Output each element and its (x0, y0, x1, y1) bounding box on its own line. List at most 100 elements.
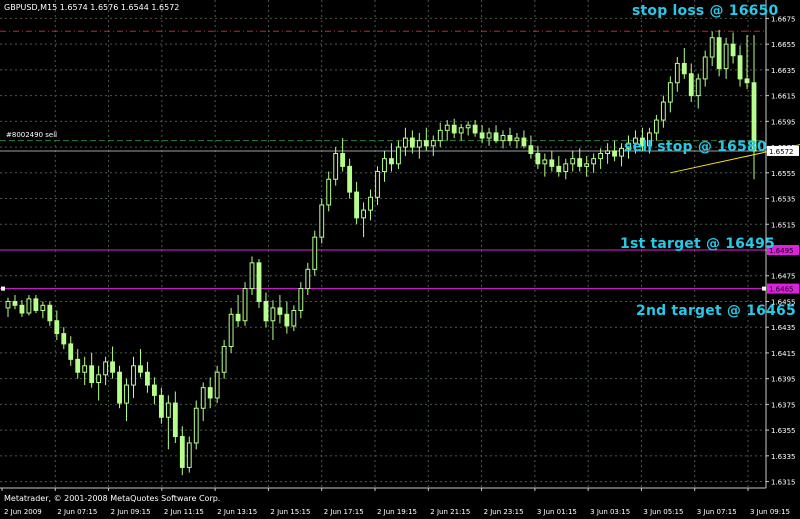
candle-body-bear (612, 150, 617, 157)
time-tick-label: 3 Jun 01:15 (537, 508, 577, 516)
candle-body-bear (744, 78, 750, 84)
candle-body-bear (409, 137, 415, 148)
candle-body-bear (61, 333, 67, 345)
time-tick-label: 2 Jun 15:15 (270, 508, 310, 516)
candle-body-bull (598, 153, 604, 160)
candle-body-bull (667, 82, 673, 103)
candle-body-bear (521, 137, 527, 147)
order-label: #8002490 sell (6, 131, 58, 139)
candle-body-bear (235, 313, 241, 322)
candle-body-bull (465, 124, 471, 129)
price-tick-label: 1.6555 (771, 170, 796, 178)
candle-body-bear (19, 304, 25, 314)
candle-body-bull (542, 159, 548, 165)
candle-body-bear (33, 298, 39, 311)
time-tick-label: 2 Jun 09:15 (111, 508, 151, 516)
candle-body-bear (145, 371, 150, 386)
candle-body-bear (47, 304, 53, 322)
symbol-header: GBPUSD,M15 1.6574 1.6576 1.6544 1.6572 (4, 3, 180, 12)
chart-background (0, 0, 800, 519)
candle-body-bull (702, 56, 708, 80)
candle-body-bear (423, 140, 429, 147)
candle-body-bull (312, 236, 318, 270)
price-chart[interactable]: 1.66751.66551.66351.66151.65951.65751.65… (0, 0, 800, 519)
candle-body-bull (416, 140, 422, 148)
sell-stop-annotation: sell stop @ 16580 (624, 139, 767, 155)
candle-body-bear (577, 158, 583, 167)
candle-body-bull (660, 101, 666, 121)
price-tick-label: 1.6435 (771, 324, 796, 332)
candle-body-bull (200, 387, 206, 409)
price-tick-label: 1.6315 (771, 479, 796, 487)
candle-body-bull (242, 288, 248, 322)
candle-body-bear (110, 361, 115, 373)
candle-body-bull (695, 78, 701, 97)
price-marker-label: 1.6465 (769, 286, 794, 294)
candle-body-bear (354, 191, 360, 219)
time-tick-label: 3 Jun 03:15 (590, 508, 630, 516)
candle-body-bull (249, 262, 255, 290)
candle-body-bull (605, 150, 611, 155)
candle-body-bear (179, 436, 185, 468)
candle-body-bull (653, 119, 659, 134)
candle-body-bear (263, 300, 269, 322)
candle-body-bull (361, 209, 366, 219)
price-tick-label: 1.6335 (771, 453, 796, 461)
candle-body-bear (688, 73, 694, 97)
candle-body-bull (402, 137, 408, 148)
candle-body-bear (284, 313, 290, 327)
candle-body-bear (158, 394, 164, 418)
candle-body-bull (430, 140, 436, 147)
candle-body-bull (375, 171, 380, 198)
line-handle-left (1, 286, 5, 291)
candle-body-bull (674, 62, 680, 84)
candle-body-bull (40, 304, 46, 311)
target-2-annotation: 2nd target @ 16465 (636, 303, 796, 319)
candle-body-bear (256, 262, 262, 302)
candle-body-bear (54, 320, 60, 335)
candle-body-bear (138, 365, 143, 373)
time-tick-label: 2 Jun 2009 (4, 508, 42, 516)
candle-body-bull (382, 158, 387, 173)
candle-body-bull (5, 300, 11, 309)
candle-body-bull (82, 365, 88, 373)
candle-body-bear (479, 132, 485, 139)
candle-body-bull (584, 163, 590, 167)
candle-body-bear (12, 300, 18, 306)
candle-body-bull (723, 43, 729, 70)
candle-body-bear (68, 343, 74, 360)
candle-body-bear (681, 62, 687, 75)
candle-body-bear (451, 124, 457, 134)
price-tick-label: 1.6475 (771, 273, 796, 281)
candle-body-bull (619, 147, 624, 157)
candle-body-bull (305, 268, 311, 290)
candle-body-bull (103, 361, 109, 376)
candle-body-bear (75, 358, 81, 373)
time-tick-label: 3 Jun 09:15 (750, 508, 790, 516)
price-tick-label: 1.6415 (771, 350, 796, 358)
candle-body-bear (556, 165, 562, 173)
candle-body-bull (368, 196, 373, 211)
candle-body-bear (507, 135, 513, 142)
candle-body-bull (444, 124, 450, 131)
candle-body-bull (131, 365, 136, 386)
price-marker-label: 1.6572 (769, 148, 794, 156)
candle-body-bull (270, 307, 276, 322)
candle-body-bull (458, 127, 464, 134)
candle-body-bull (165, 402, 171, 418)
price-tick-label: 1.6655 (771, 41, 796, 49)
price-tick-label: 1.6615 (771, 93, 796, 101)
candle-body-bull (709, 37, 715, 58)
target-1-annotation: 1st target @ 16495 (620, 236, 775, 252)
candle-body-bear (528, 145, 534, 155)
candle-body-bull (333, 153, 339, 180)
candle-body-bear (340, 153, 346, 167)
price-tick-label: 1.6595 (771, 118, 796, 126)
price-tick-label: 1.6355 (771, 427, 796, 435)
candle-body-bull (193, 407, 199, 444)
time-tick-label: 2 Jun 21:15 (430, 508, 470, 516)
stop-loss-annotation: stop loss @ 16650 (632, 3, 779, 19)
price-tick-label: 1.6395 (771, 376, 796, 384)
candle-body-bull (326, 178, 332, 206)
candle-body-bull (563, 163, 569, 173)
